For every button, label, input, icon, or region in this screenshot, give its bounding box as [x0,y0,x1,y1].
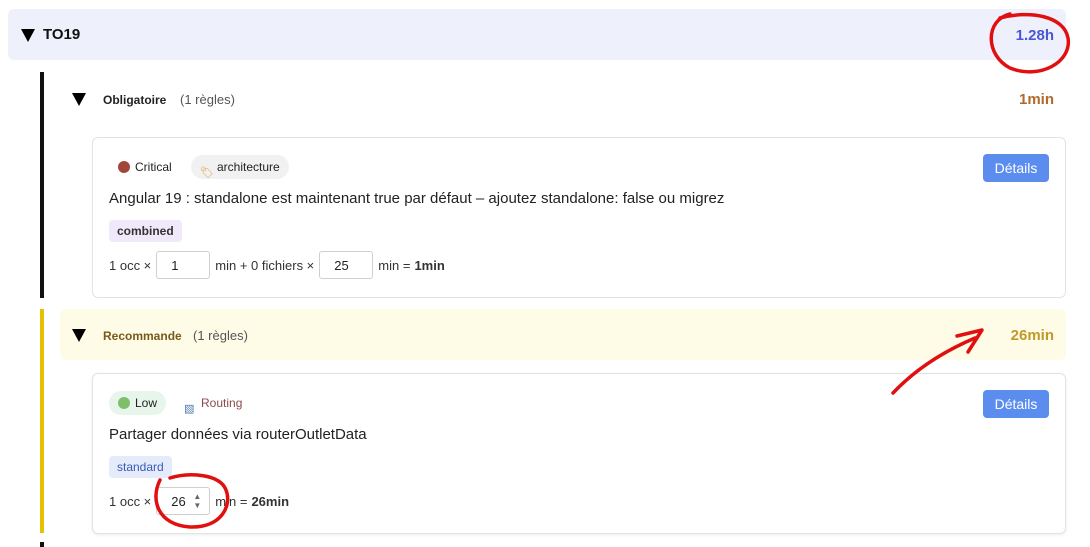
obligatoire-indicator-bar [40,72,44,298]
rule-result-time: 1min [414,257,445,273]
severity-label: Critical [135,160,172,174]
minutes-per-occurrence-input[interactable]: 26 ▲ ▼ [156,487,211,515]
time-calculation: 1 occ × 1 min + 0 fichiers × 25 min = 1m… [109,251,445,279]
group-header[interactable]: TO19 1.28h [8,9,1066,60]
minutes-files-text: min + 0 fichiers × [215,257,315,273]
section-rule-count: (1 règles) [193,328,248,343]
spinner-arrows-icon[interactable]: ▲ ▼ [193,492,201,510]
routing-icon: ▧ [184,403,195,415]
severity-badge: Critical [109,155,181,179]
severity-dot-icon [118,161,130,173]
rule-title: Angular 19 : standalone est maintenant t… [109,190,725,207]
tag-icon: 🏷 [200,167,214,179]
severity-label: Low [135,396,158,410]
equals-text: min = [378,257,411,273]
time-calculation: 1 occ × 26 ▲ ▼ min = 26min [109,487,289,515]
rule-card: Critical 🏷 architecture Détails Angular … [92,137,1066,298]
rule-title: Partager données via routerOutletData [109,426,367,443]
section-title: Recommande [103,329,182,343]
group-title: TO19 [43,26,81,43]
category-label: architecture [217,160,280,174]
input-value: 26 [171,494,186,509]
rule-card: Low ▧ Routing Détails Partager données v… [92,373,1066,534]
section-rule-count: (1 règles) [180,92,235,107]
section-title: Obligatoire [103,93,167,107]
minutes-per-occurrence-input[interactable]: 1 [156,251,211,279]
collapse-triangle-icon[interactable] [72,329,86,342]
details-button[interactable]: Détails [983,390,1049,418]
category-tag: 🏷 architecture [191,155,289,179]
category-tag: ▧ Routing [175,391,251,415]
collapse-triangle-icon[interactable] [21,29,35,42]
section-total-time: 26min [1010,327,1054,344]
section-total-time: 1min [1018,91,1054,108]
rule-result-time: 26min [251,493,290,509]
occurrence-text: 1 occ × [109,493,152,509]
category-label: Routing [201,396,243,410]
occurrence-text: 1 occ × [109,257,152,273]
equals-text: min = [215,493,248,509]
severity-badge: Low [109,391,167,415]
recommande-indicator-bar [40,309,44,533]
details-button[interactable]: Détails [983,154,1049,182]
rule-type-badge: combined [109,220,182,242]
collapse-triangle-icon[interactable] [72,93,86,106]
files-count-input[interactable]: 25 [319,251,374,279]
section-recommande-header[interactable]: Recommande (1 règles) 26min [60,309,1066,360]
severity-dot-icon [118,397,130,409]
next-section-indicator-bar [40,542,44,547]
rule-type-badge: standard [109,456,172,478]
group-total-time: 1.28h [1015,27,1054,44]
